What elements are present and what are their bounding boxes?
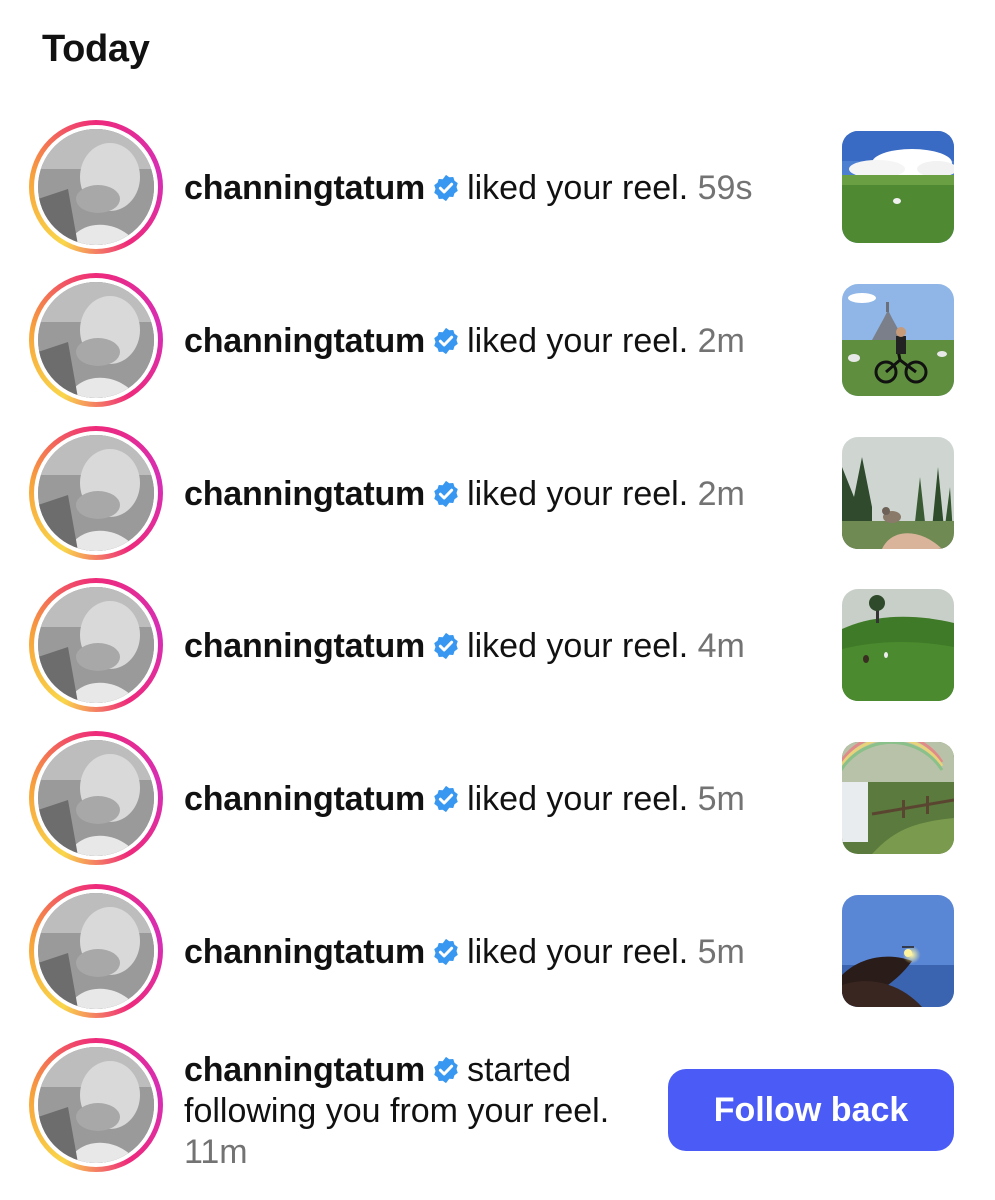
reel-thumbnail[interactable] (842, 284, 954, 396)
action-text: liked your reel. (467, 475, 689, 513)
notification-text: channingtatum liked your reel. 4m (184, 626, 745, 666)
notification-text: channingtatum liked your reel. 5m (184, 779, 745, 819)
verified-badge-icon (434, 785, 458, 813)
avatar[interactable] (38, 740, 154, 856)
username-link[interactable]: channingtatum (184, 627, 425, 665)
verified-badge-icon (434, 632, 458, 660)
notification-text: channingtatum liked your reel. 2m (184, 321, 745, 361)
verified-badge-icon (434, 1056, 458, 1084)
reel-thumbnail[interactable] (842, 437, 954, 549)
avatar[interactable] (38, 282, 154, 398)
notification-text: channingtatum liked your reel. 5m (184, 932, 745, 972)
avatar[interactable] (38, 1047, 154, 1163)
avatar-story-ring[interactable] (29, 426, 163, 560)
notification-row[interactable]: channingtatum liked your reel. 2m (0, 418, 995, 570)
username-link[interactable]: channingtatum (184, 780, 425, 818)
verified-badge-icon (434, 938, 458, 966)
action-text: liked your reel. (467, 780, 689, 818)
username-link[interactable]: channingtatum (184, 322, 425, 360)
notifications-page: Today channingtatum liked your reel. 59s … (0, 0, 995, 1200)
username-link[interactable]: channingtatum (184, 933, 425, 971)
timestamp: 11m (184, 1133, 248, 1171)
avatar[interactable] (38, 587, 154, 703)
timestamp: 4m (697, 627, 745, 665)
section-title: Today (42, 28, 150, 70)
follow-notification-text: channingtatum started following you from … (184, 1050, 644, 1173)
notification-row[interactable]: channingtatum liked your reel. 4m (0, 570, 995, 722)
reel-thumbnail[interactable] (842, 589, 954, 701)
notification-text: channingtatum liked your reel. 2m (184, 474, 745, 514)
notification-row[interactable]: channingtatum liked your reel. 2m (0, 265, 995, 417)
username-link[interactable]: channingtatum (184, 169, 425, 207)
timestamp: 59s (697, 169, 753, 207)
notification-row[interactable]: channingtatum liked your reel. 59s (0, 112, 995, 264)
verified-badge-icon (434, 174, 458, 202)
action-text: liked your reel. (467, 322, 689, 360)
timestamp: 5m (697, 933, 745, 971)
notification-text: channingtatum liked your reel. 59s (184, 168, 752, 208)
avatar-story-ring[interactable] (29, 884, 163, 1018)
timestamp: 2m (697, 322, 745, 360)
reel-thumbnail[interactable] (842, 742, 954, 854)
username-link[interactable]: channingtatum (184, 475, 425, 513)
avatar-story-ring[interactable] (29, 1038, 163, 1172)
verified-badge-icon (434, 480, 458, 508)
avatar[interactable] (38, 893, 154, 1009)
avatar-story-ring[interactable] (29, 731, 163, 865)
timestamp: 5m (697, 780, 745, 818)
action-text: liked your reel. (467, 627, 689, 665)
avatar[interactable] (38, 435, 154, 551)
action-text: liked your reel. (467, 933, 689, 971)
action-text: liked your reel. (467, 169, 689, 207)
avatar[interactable] (38, 129, 154, 245)
reel-thumbnail[interactable] (842, 895, 954, 1007)
timestamp: 2m (697, 475, 745, 513)
avatar-story-ring[interactable] (29, 578, 163, 712)
verified-badge-icon (434, 327, 458, 355)
notification-row[interactable]: channingtatum liked your reel. 5m (0, 876, 995, 1028)
avatar-story-ring[interactable] (29, 273, 163, 407)
reel-thumbnail[interactable] (842, 131, 954, 243)
avatar-story-ring[interactable] (29, 120, 163, 254)
username-link[interactable]: channingtatum (184, 1051, 425, 1089)
follow-back-button[interactable]: Follow back (668, 1069, 954, 1151)
notification-row[interactable]: channingtatum liked your reel. 5m (0, 723, 995, 875)
